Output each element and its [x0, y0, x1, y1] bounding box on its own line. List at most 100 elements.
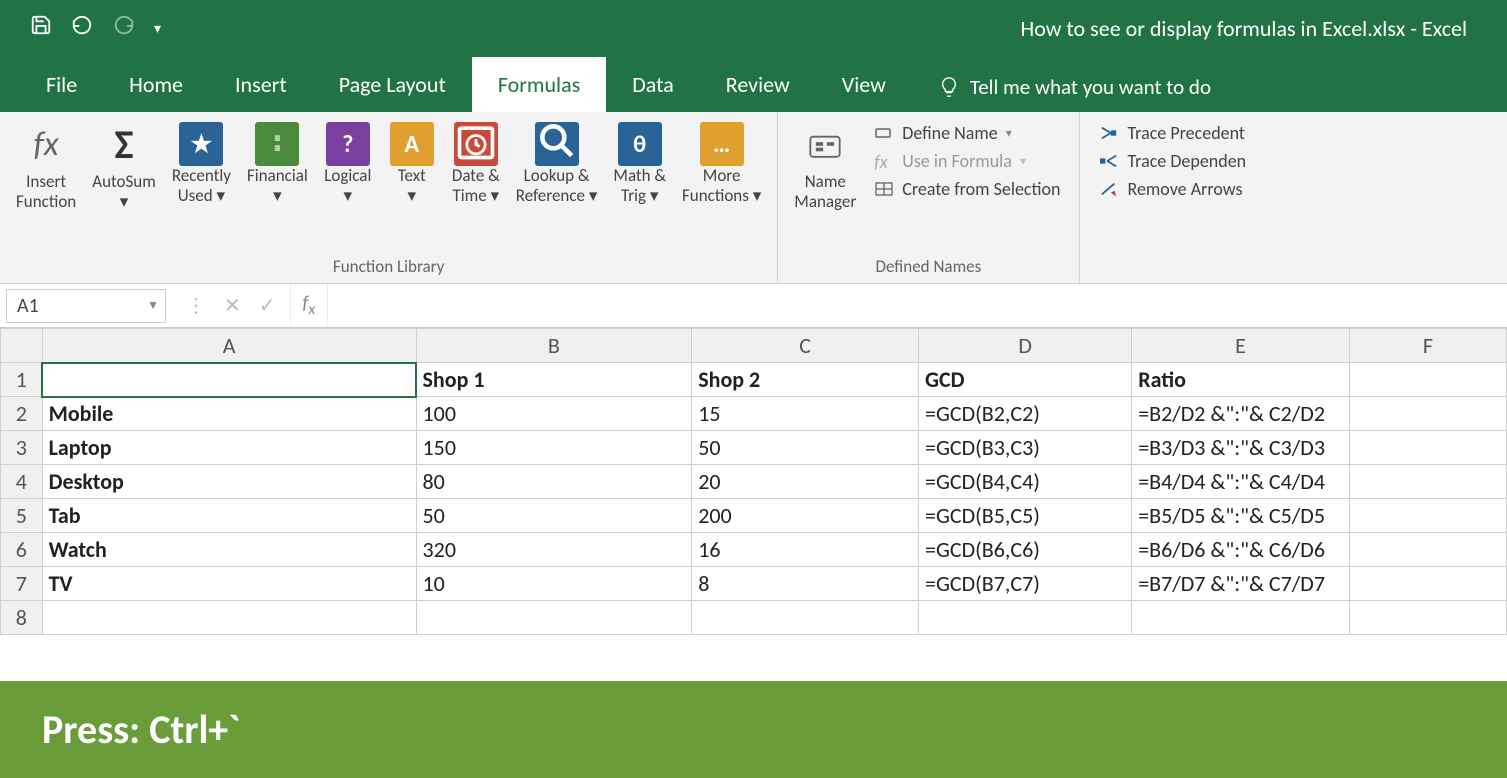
tab-view[interactable]: View	[816, 57, 912, 112]
column-header[interactable]: B	[416, 329, 692, 363]
name-manager-button[interactable]: Name Manager	[786, 118, 864, 213]
tab-formulas[interactable]: Formulas	[472, 57, 606, 112]
cell-B1[interactable]: Shop 1	[416, 363, 692, 397]
cell-E2[interactable]: =B2/D2 &":"& C2/D2	[1132, 397, 1350, 431]
cell-A1[interactable]	[42, 363, 416, 397]
row-header[interactable]: 5	[1, 499, 43, 533]
cell-C6[interactable]: 16	[692, 533, 919, 567]
cell-A6[interactable]: Watch	[42, 533, 416, 567]
cell-C7[interactable]: 8	[692, 567, 919, 601]
fx-icon[interactable]: fx	[291, 292, 328, 319]
tab-insert[interactable]: Insert	[209, 57, 313, 112]
date-time-button[interactable]: Date & Time ▾	[444, 118, 508, 207]
cell-F6[interactable]	[1349, 533, 1506, 567]
enter-formula-icon[interactable]: ✓	[259, 293, 276, 318]
cell-E6[interactable]: =B6/D6 &":"& C6/D6	[1132, 533, 1350, 567]
column-header[interactable]: C	[692, 329, 919, 363]
cell-A2[interactable]: Mobile	[42, 397, 416, 431]
row-header[interactable]: 3	[1, 431, 43, 465]
cell-B2[interactable]: 100	[416, 397, 692, 431]
cell-B4[interactable]: 80	[416, 465, 692, 499]
cell-C2[interactable]: 15	[692, 397, 919, 431]
cell-E7[interactable]: =B7/D7 &":"& C7/D7	[1132, 567, 1350, 601]
cell-F3[interactable]	[1349, 431, 1506, 465]
cell-C5[interactable]: 200	[692, 499, 919, 533]
text-button[interactable]: A Text▾	[380, 118, 444, 207]
cell-B8[interactable]	[416, 601, 692, 635]
cell-B5[interactable]: 50	[416, 499, 692, 533]
cell-F4[interactable]	[1349, 465, 1506, 499]
cell-F7[interactable]	[1349, 567, 1506, 601]
cell-D5[interactable]: =GCD(B5,C5)	[919, 499, 1132, 533]
math-trig-button[interactable]: θ Math & Trig ▾	[605, 118, 674, 207]
tab-data[interactable]: Data	[606, 57, 700, 112]
remove-arrows-button[interactable]: Remove Arrows	[1098, 178, 1247, 200]
logical-button[interactable]: ? Logical▾	[316, 118, 380, 207]
use-in-formula-button[interactable]: fx Use in Formula ▾	[874, 150, 1060, 172]
cell-D7[interactable]: =GCD(B7,C7)	[919, 567, 1132, 601]
cell-D1[interactable]: GCD	[919, 363, 1132, 397]
undo-icon[interactable]	[70, 14, 94, 42]
cell-A7[interactable]: TV	[42, 567, 416, 601]
cell-A4[interactable]: Desktop	[42, 465, 416, 499]
cancel-formula-icon[interactable]: ✕	[224, 293, 241, 318]
cell-D2[interactable]: =GCD(B2,C2)	[919, 397, 1132, 431]
cell-F5[interactable]	[1349, 499, 1506, 533]
row-header[interactable]: 7	[1, 567, 43, 601]
create-from-selection-button[interactable]: Create from Selection	[874, 178, 1060, 200]
cell-B3[interactable]: 150	[416, 431, 692, 465]
cell-F1[interactable]	[1349, 363, 1506, 397]
row-header[interactable]: 4	[1, 465, 43, 499]
lookup-button[interactable]: Lookup & Reference ▾	[508, 118, 606, 207]
worksheet-grid[interactable]: ABCDEF1Shop 1Shop 2GCDRatio2Mobile10015=…	[0, 328, 1507, 635]
cell-D8[interactable]	[919, 601, 1132, 635]
autosum-button[interactable]: Σ AutoSum▾	[84, 118, 164, 213]
formula-input[interactable]	[327, 284, 1507, 327]
trace-dependents-button[interactable]: Trace Dependen	[1098, 150, 1247, 172]
row-header[interactable]: 1	[1, 363, 43, 397]
select-all-corner[interactable]	[1, 329, 43, 363]
recently-used-button[interactable]: ★ Recently Used ▾	[164, 118, 239, 207]
cell-D6[interactable]: =GCD(B6,C6)	[919, 533, 1132, 567]
row-header[interactable]: 8	[1, 601, 43, 635]
name-box[interactable]: A1 ▼	[6, 289, 166, 323]
row-header[interactable]: 2	[1, 397, 43, 431]
cell-A3[interactable]: Laptop	[42, 431, 416, 465]
cell-C3[interactable]: 50	[692, 431, 919, 465]
tab-page-layout[interactable]: Page Layout	[313, 57, 472, 112]
cell-F8[interactable]	[1349, 601, 1506, 635]
cell-E3[interactable]: =B3/D3 &":"& C3/D3	[1132, 431, 1350, 465]
save-icon[interactable]	[30, 14, 52, 42]
column-header[interactable]: D	[919, 329, 1132, 363]
cell-E8[interactable]	[1132, 601, 1350, 635]
group-function-library: fx Insert Function Σ AutoSum▾ ★ Recently…	[0, 112, 778, 283]
insert-function-button[interactable]: fx Insert Function	[8, 118, 84, 213]
trace-precedents-button[interactable]: Trace Precedent	[1098, 122, 1247, 144]
tell-me-search[interactable]: Tell me what you want to do	[912, 62, 1237, 112]
cell-C8[interactable]	[692, 601, 919, 635]
cell-C1[interactable]: Shop 2	[692, 363, 919, 397]
column-header[interactable]: E	[1132, 329, 1350, 363]
cell-F2[interactable]	[1349, 397, 1506, 431]
cell-A8[interactable]	[42, 601, 416, 635]
cell-B7[interactable]: 10	[416, 567, 692, 601]
row-header[interactable]: 6	[1, 533, 43, 567]
tab-file[interactable]: File	[20, 57, 103, 112]
define-name-button[interactable]: Define Name ▾	[874, 122, 1060, 144]
column-header[interactable]: F	[1349, 329, 1506, 363]
cell-E4[interactable]: =B4/D4 &":"& C4/D4	[1132, 465, 1350, 499]
tab-home[interactable]: Home	[103, 57, 209, 112]
financial-button[interactable]: ≡≡ Financial▾	[239, 118, 316, 207]
tab-review[interactable]: Review	[700, 57, 816, 112]
cell-D3[interactable]: =GCD(B3,C3)	[919, 431, 1132, 465]
column-header[interactable]: A	[42, 329, 416, 363]
cell-E5[interactable]: =B5/D5 &":"& C5/D5	[1132, 499, 1350, 533]
cell-A5[interactable]: Tab	[42, 499, 416, 533]
cell-E1[interactable]: Ratio	[1132, 363, 1350, 397]
redo-icon[interactable]	[112, 14, 136, 42]
qat-customize-icon[interactable]: ▾	[154, 20, 161, 37]
cell-D4[interactable]: =GCD(B4,C4)	[919, 465, 1132, 499]
cell-C4[interactable]: 20	[692, 465, 919, 499]
more-functions-button[interactable]: … More Functions ▾	[674, 118, 769, 207]
cell-B6[interactable]: 320	[416, 533, 692, 567]
